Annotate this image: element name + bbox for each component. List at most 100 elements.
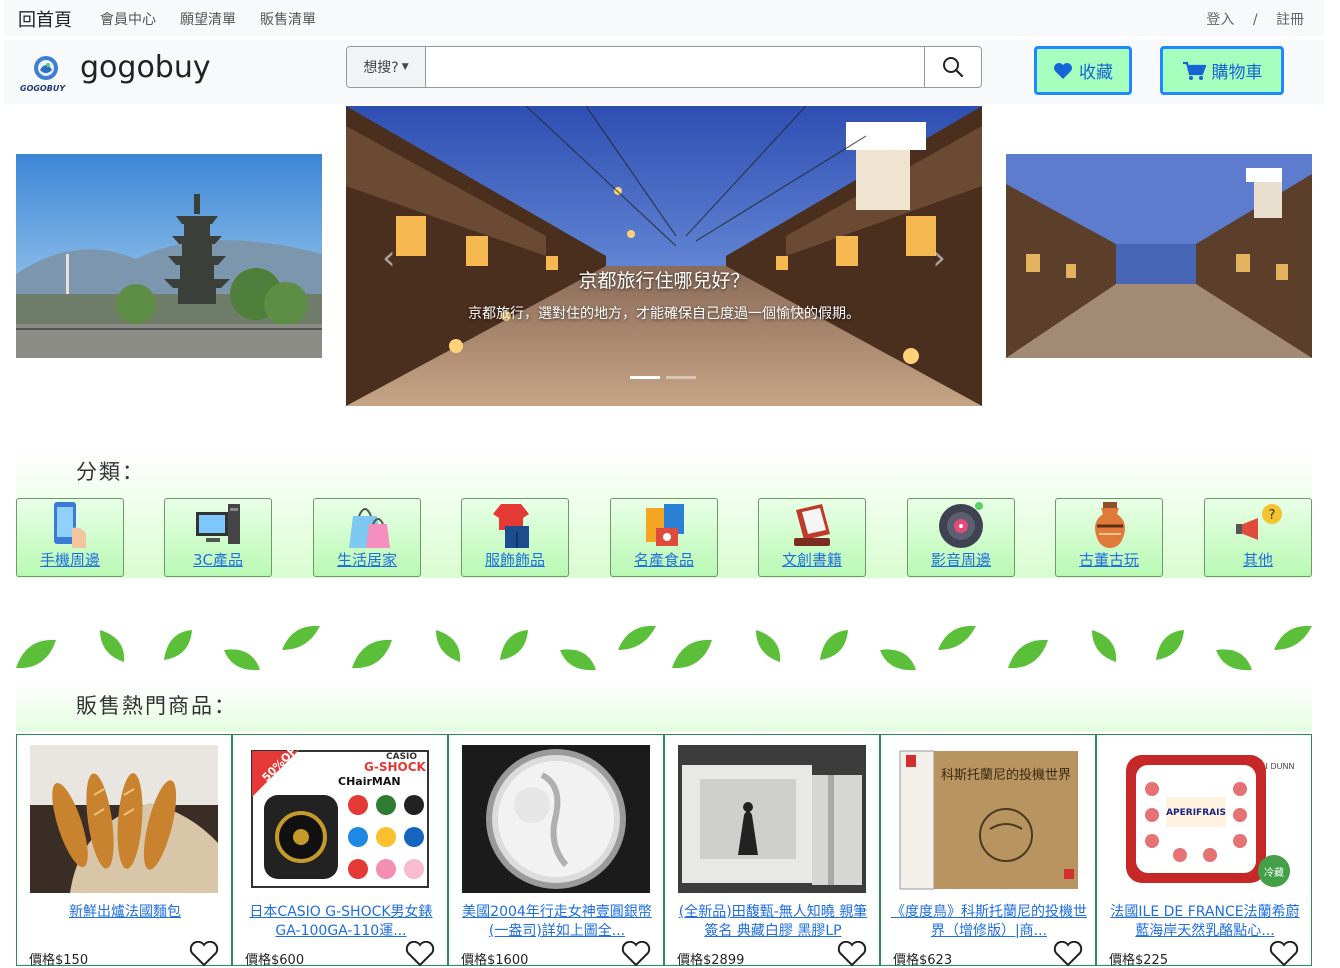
- category-label: 生活居家: [336, 551, 397, 569]
- carousel-indicators: [630, 376, 696, 379]
- category-section-title: 分類：: [76, 460, 145, 484]
- cart-icon: [1182, 61, 1206, 80]
- category-label: 其他: [1242, 551, 1273, 569]
- product-image-watch[interactable]: 50%OFF CASIO G-SHOCK CHairMAN: [246, 745, 434, 893]
- category-antiques[interactable]: 古董古玩: [1055, 498, 1163, 577]
- favorites-button[interactable]: 收藏: [1034, 46, 1132, 95]
- favorites-label: 收藏: [1079, 63, 1113, 83]
- category-3c-products[interactable]: 3C產品: [164, 498, 272, 577]
- product-image-silver-coin[interactable]: [462, 745, 650, 893]
- product-name[interactable]: (全新品)田馥甄-無人知曉 親筆簽名 典藏白膠 黑膠LP: [673, 903, 873, 941]
- package-text: APERIFRAIS: [1166, 808, 1226, 818]
- product-name[interactable]: 新鮮出爐法國麵包: [25, 903, 225, 941]
- leaf-decoration: [16, 625, 1312, 671]
- watch-line-text: G-SHOCK: [364, 760, 427, 774]
- category-label: 3C產品: [192, 551, 244, 569]
- product-price: 價格$225: [1109, 953, 1169, 968]
- wishlist-link[interactable]: 願望清單: [180, 9, 236, 29]
- product-card[interactable]: 新鮮出爐法國麵包 價格$150: [16, 734, 232, 968]
- shopping-bag-icon: [349, 508, 390, 548]
- brand-name[interactable]: gogobuy: [80, 50, 211, 85]
- category-clothing[interactable]: 服飾飾品: [461, 498, 569, 577]
- carousel-indicator-1[interactable]: [630, 376, 660, 379]
- search-icon: [943, 57, 964, 78]
- carousel-caption-text: 京都旅行，選對住的地方，才能確保自己度過一個愉快的假期。: [468, 306, 860, 322]
- product-price: 價格$600: [245, 953, 305, 968]
- category-audio-video[interactable]: 影音周邊: [907, 498, 1015, 577]
- book-icon: [794, 504, 830, 546]
- cart-button[interactable]: 購物車: [1160, 46, 1284, 95]
- search-category-dropdown[interactable]: 想搜? ▼: [347, 47, 426, 87]
- category-label: 影音周邊: [930, 551, 991, 569]
- product-name[interactable]: 法國ILE DE FRANCE法蘭希蔚藍海岸天然乳酪點心...: [1105, 903, 1305, 941]
- product-name[interactable]: 《度度鳥》科斯托蘭尼的投機世界（增修版）|商...: [889, 903, 1089, 941]
- watch-tag-text: CHairMAN: [338, 775, 401, 788]
- category-label: 文創書籍: [781, 551, 842, 569]
- register-link[interactable]: 註冊: [1276, 12, 1304, 28]
- product-image-vinyl-lp[interactable]: [678, 745, 866, 893]
- category-books[interactable]: 文創書籍: [758, 498, 866, 577]
- hot-products-section-title: 販售熱門商品：: [76, 694, 237, 718]
- megaphone-question-icon: ?: [1236, 504, 1282, 540]
- category-other[interactable]: ? 其他: [1204, 498, 1312, 577]
- svg-text:?: ?: [1269, 508, 1276, 523]
- heart-outline-icon[interactable]: [1269, 941, 1299, 967]
- package-badge-text: 冷藏: [1264, 866, 1284, 879]
- product-image-bread[interactable]: [30, 745, 218, 893]
- product-card[interactable]: 科斯托蘭尼的投機世界 《度度鳥》科斯托蘭尼的投機世界（增修版）|商... 價格$…: [880, 734, 1096, 968]
- category-label: 手機周邊: [39, 551, 100, 569]
- vinyl-record-icon: [939, 502, 983, 548]
- category-label: 古董古玩: [1078, 551, 1139, 569]
- auth-links: 登入 / 註冊: [1206, 9, 1304, 29]
- search-dropdown-label: 想搜?: [363, 60, 399, 76]
- carousel-caption-title: 京都旅行住哪兒好？: [578, 270, 750, 292]
- logo-text: GOGOBUY: [20, 84, 66, 93]
- category-phone-accessories[interactable]: 手機周邊: [16, 498, 124, 577]
- heart-outline-icon[interactable]: [837, 941, 867, 967]
- carousel-next-control[interactable]: ›: [932, 238, 946, 278]
- category-label: 服飾飾品: [484, 551, 545, 569]
- vase-icon: [1095, 502, 1125, 548]
- caret-down-icon: ▼: [401, 62, 409, 72]
- login-link[interactable]: 登入: [1206, 12, 1234, 28]
- snack-icon: [646, 504, 684, 546]
- phone-icon: [54, 502, 86, 548]
- category-home-living[interactable]: 生活居家: [313, 498, 421, 577]
- auth-separator: /: [1252, 12, 1258, 28]
- header: GOGOBUY gogobuy 想搜? ▼ 收藏 購物車: [4, 40, 1324, 104]
- computer-icon: [196, 504, 240, 544]
- cart-label: 購物車: [1211, 63, 1263, 83]
- carousel-prev-control[interactable]: ‹: [382, 238, 396, 278]
- logo-icon[interactable]: GOGOBUY: [18, 54, 74, 94]
- heart-outline-icon[interactable]: [405, 941, 435, 967]
- member-center-link[interactable]: 會員中心: [100, 9, 156, 29]
- product-card[interactable]: 50%OFF CASIO G-SHOCK CHairMAN 日本CASIO G-…: [232, 734, 448, 968]
- search-button[interactable]: [924, 47, 981, 87]
- heart-outline-icon[interactable]: [1053, 941, 1083, 967]
- carousel-indicator-2[interactable]: [666, 376, 696, 379]
- product-price: 價格$1600: [461, 953, 529, 968]
- product-image-book[interactable]: 科斯托蘭尼的投機世界: [894, 745, 1082, 893]
- heart-outline-icon[interactable]: [189, 941, 219, 967]
- product-card[interactable]: (全新品)田馥甄-無人知曉 親筆簽名 典藏白膠 黑膠LP 價格$2899: [664, 734, 880, 968]
- product-name[interactable]: 日本CASIO G-SHOCK男女錶GA-100GA-110運...: [241, 903, 441, 941]
- category-list: 手機周邊 3C產品 生活居家 服飾飾品 名產食品 文創書籍 影音周邊 古董古玩 …: [16, 498, 1312, 578]
- home-link[interactable]: 回首頁: [18, 6, 72, 32]
- hot-products-list: 新鮮出爐法國麵包 價格$150 50%OFF CASIO G-SHOCK CHa…: [16, 734, 1312, 968]
- product-name[interactable]: 美國2004年行走女神壹圓銀幣(一盎司)詳如上圖全...: [457, 903, 657, 941]
- product-image-cheese-snack[interactable]: APERIFRAIS 冷藏 I DUNN: [1110, 745, 1298, 893]
- carousel-next-slide-image: [1006, 154, 1312, 358]
- product-card[interactable]: APERIFRAIS 冷藏 I DUNN 法國ILE DE FRANCE法蘭希蔚…: [1096, 734, 1312, 968]
- product-price: 價格$2899: [677, 953, 745, 968]
- selling-list-link[interactable]: 販售清單: [260, 9, 316, 29]
- product-price: 價格$623: [893, 953, 953, 968]
- carousel-slide-image: [346, 106, 982, 406]
- product-card[interactable]: 美國2004年行走女神壹圓銀幣(一盎司)詳如上圖全... 價格$1600: [448, 734, 664, 968]
- clothing-icon: [493, 504, 529, 548]
- hero-carousel[interactable]: ‹ › 京都旅行住哪兒好？ 京都旅行，選對住的地方，才能確保自己度過一個愉快的假…: [346, 106, 982, 406]
- category-specialty-food[interactable]: 名產食品: [610, 498, 718, 577]
- search-input[interactable]: [426, 47, 924, 87]
- heart-outline-icon[interactable]: [621, 941, 651, 967]
- heart-icon: [1054, 62, 1072, 79]
- carousel-prev-slide-image: [16, 154, 322, 358]
